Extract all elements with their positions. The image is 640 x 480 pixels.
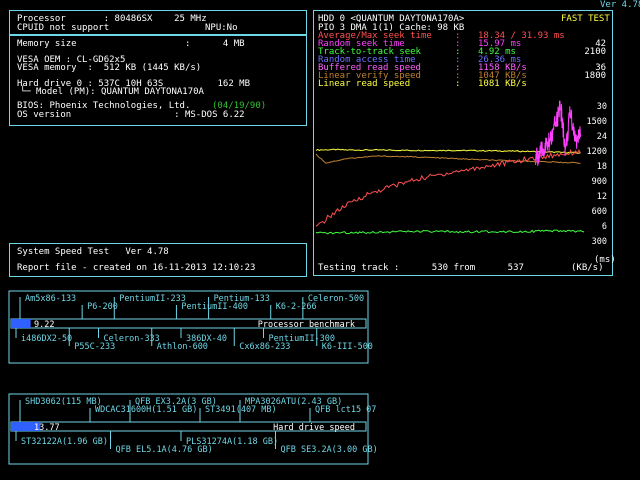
graph-tick-label: 6 xyxy=(602,222,607,232)
benchmark-marker-top: Pentium-133 xyxy=(214,294,270,304)
hdd-speed-graph: 30 1500 24 1200 18 900 12 600 6 300 xyxy=(315,100,607,247)
benchmark-marker-bottom: ST32122A(1.96 GB) xyxy=(21,437,108,447)
benchmark-marker-top: QFB lct15 07 xyxy=(315,405,376,415)
graph-series-line xyxy=(315,229,585,235)
hard-drive-benchmark-chart: 13.77 Hard drive speedSHD3062(115 MB)WDCA… xyxy=(8,393,378,465)
benchmark-title: Processor benchmark xyxy=(258,320,355,330)
benchmark-marker-bottom: PLS31274A(1.18 GB) xyxy=(186,437,278,447)
benchmark-bar-fill xyxy=(11,319,31,328)
graphics-layer: 30 1500 24 1200 18 900 12 600 6 300 9.22 Processor… xyxy=(8,100,607,465)
graph-tick-label: 30 xyxy=(597,102,607,112)
graph-series-line xyxy=(535,100,581,166)
benchmark-marker-top: Celeron-500 xyxy=(308,294,364,304)
benchmark-marker-top: P6-200 xyxy=(87,302,118,312)
benchmark-marker-bottom: 386DX-40 xyxy=(186,334,227,344)
benchmark-marker-top: PentiumII-233 xyxy=(119,294,186,304)
graph-tick-label: 1500 xyxy=(587,117,607,127)
benchmark-marker-bottom: QFB SE3.2A(3.00 GB) xyxy=(281,445,378,455)
graph-tick-label: 18 xyxy=(597,162,607,172)
graph-tick-label: 24 xyxy=(597,132,607,142)
benchmark-value: 9.22 xyxy=(34,320,54,330)
benchmark-value: 13.77 xyxy=(34,423,60,433)
benchmark-title: Hard drive speed xyxy=(273,423,355,433)
processor-benchmark-chart: 9.22 Processor benchmarkAm5x86-133P6-200P… xyxy=(8,290,373,364)
graph-tick-label: 300 xyxy=(592,237,607,247)
graph-tick-label: 900 xyxy=(592,177,607,187)
graph-tick-label: 1200 xyxy=(587,147,607,157)
benchmark-marker-top: Am5x86-133 xyxy=(25,294,76,304)
benchmark-marker-bottom: i486DX2-50 xyxy=(21,334,72,344)
benchmark-marker-bottom: K6-III-500 xyxy=(322,342,373,352)
graph-tick-label: 600 xyxy=(592,207,607,217)
benchmark-marker-top: SHD3062(115 MB) xyxy=(25,397,102,407)
graph-tick-label: 12 xyxy=(597,192,607,202)
